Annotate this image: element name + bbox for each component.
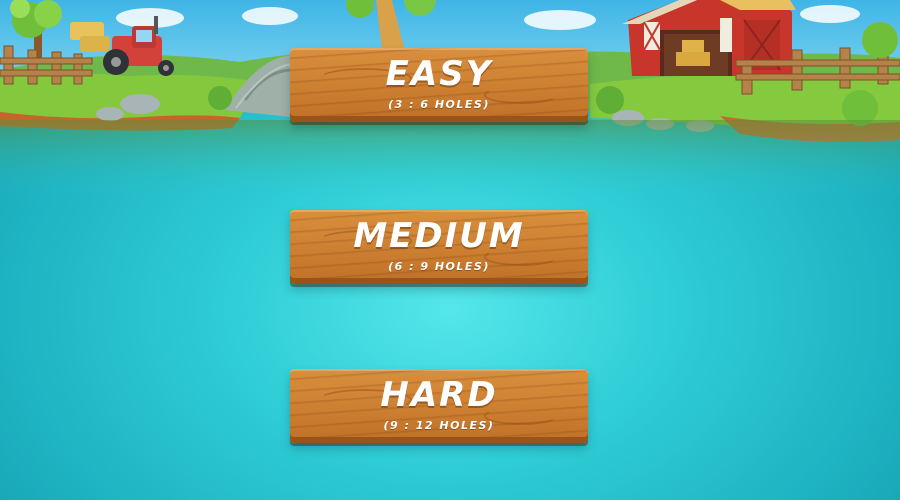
easy-button[interactable]: EASY (3 : 6 HOLES) (290, 48, 588, 122)
easy-holes-label: (3 : 6 HOLES) (388, 98, 490, 111)
hard-holes-label: (9 : 12 HOLES) (383, 419, 495, 432)
medium-label: MEDIUM (353, 216, 525, 256)
hard-button[interactable]: HARD (9 : 12 HOLES) (290, 369, 588, 443)
hard-label: HARD (380, 375, 498, 415)
game-screen: EASY (3 : 6 HOLES) MEDIUM (6 : 9 HOLES) … (0, 0, 900, 500)
medium-button[interactable]: MEDIUM (6 : 9 HOLES) (290, 210, 588, 284)
bank-reflection (0, 120, 900, 200)
medium-holes-label: (6 : 9 HOLES) (388, 260, 490, 273)
easy-label: EASY (385, 54, 493, 94)
